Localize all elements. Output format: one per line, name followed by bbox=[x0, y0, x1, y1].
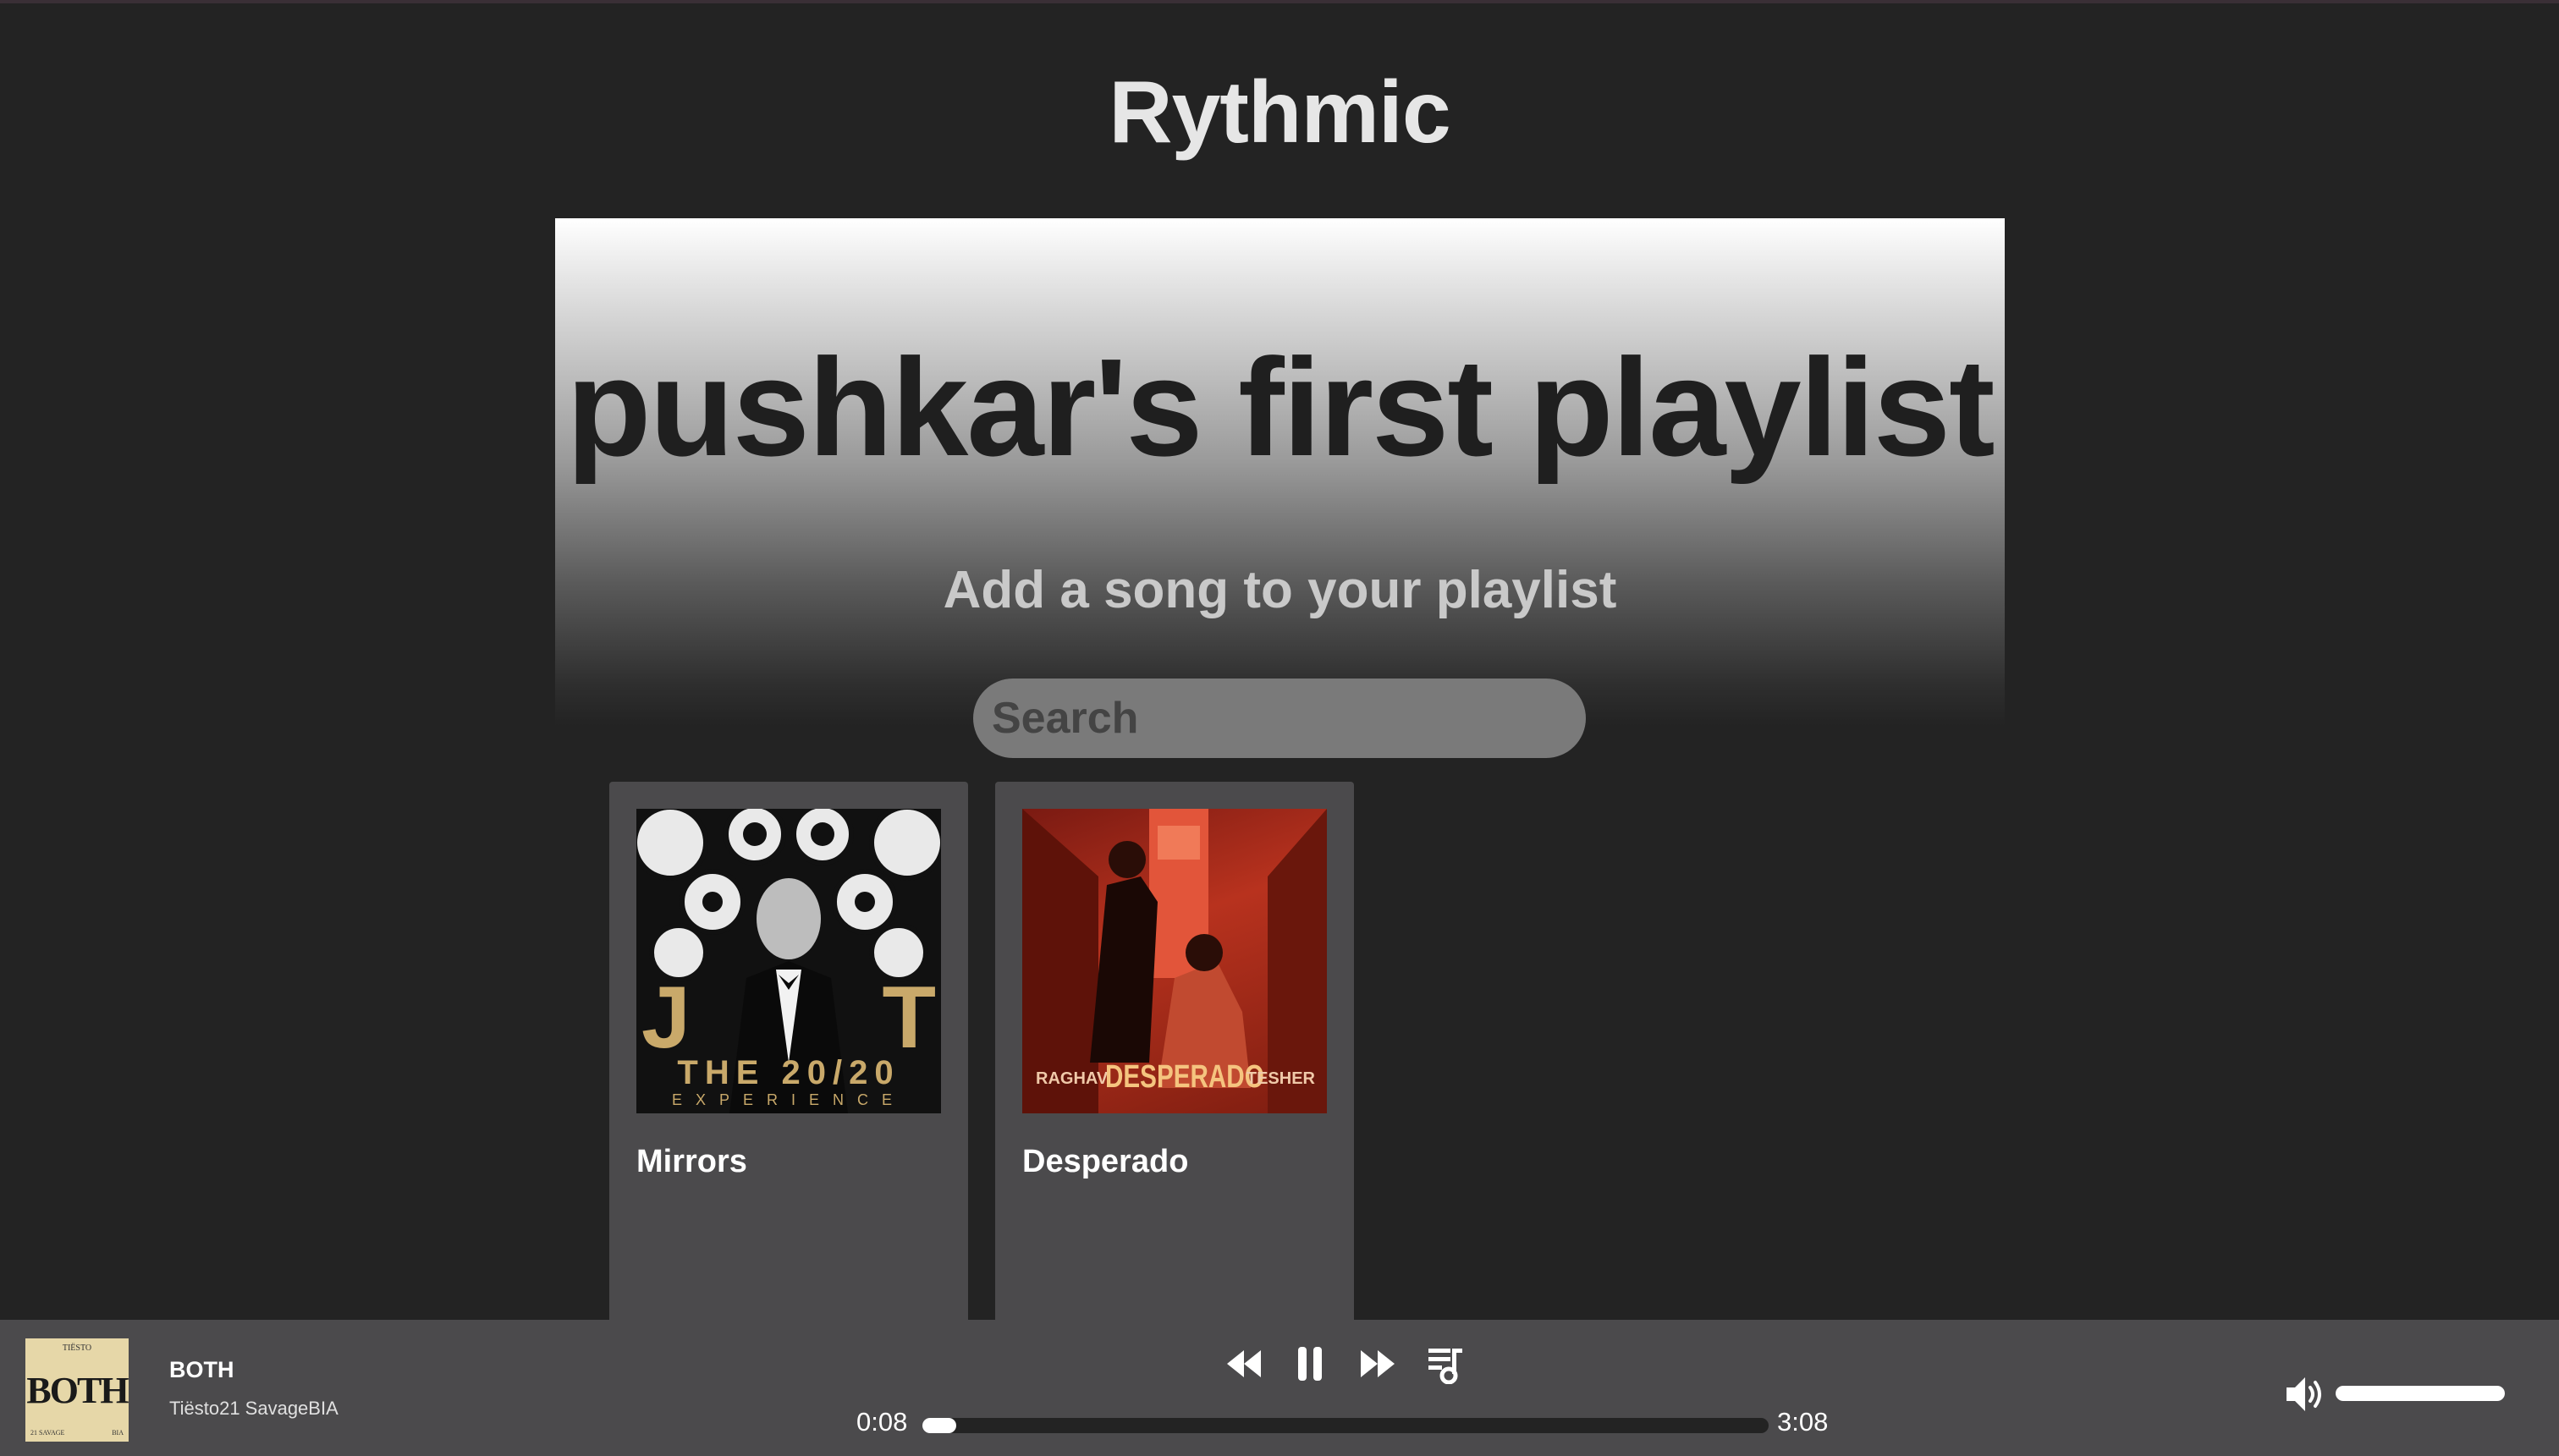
pause-icon bbox=[1298, 1347, 1322, 1381]
playlist-header: pushkar's first playlist Add a song to y… bbox=[555, 218, 2005, 726]
volume-fill bbox=[2336, 1386, 2505, 1401]
previous-button[interactable] bbox=[1219, 1338, 1269, 1389]
total-duration: 3:08 bbox=[1777, 1407, 1829, 1437]
fast-forward-icon bbox=[1361, 1350, 1395, 1377]
window-top-border bbox=[0, 0, 2559, 3]
volume-button[interactable] bbox=[2281, 1371, 2329, 1418]
now-playing-art-main: BOTH bbox=[26, 1370, 129, 1411]
playlist-title: pushkar's first playlist bbox=[566, 330, 1995, 485]
search-input[interactable] bbox=[973, 679, 1586, 758]
add-song-heading: Add a song to your playlist bbox=[943, 561, 1617, 619]
song-card-desperado[interactable]: RAGHAV DESPERADO TESHER Desperado bbox=[995, 782, 1354, 1323]
now-playing-art-top: TIËSTO bbox=[62, 1343, 92, 1353]
now-playing-art-bottom-left: 21 SAVAGE bbox=[30, 1429, 65, 1437]
pause-button[interactable] bbox=[1285, 1338, 1335, 1389]
app-title: Rythmic bbox=[1109, 63, 1450, 162]
album-art-subtitle: THE 20/20 bbox=[677, 1054, 900, 1091]
album-art-subtitle-2: EXPERIENCE bbox=[671, 1091, 906, 1108]
volume-icon bbox=[2287, 1377, 2321, 1411]
song-title: Desperado bbox=[1022, 1144, 1189, 1179]
progress-slider[interactable] bbox=[922, 1418, 1769, 1433]
now-playing-artists: Tiësto21 SavageBIA bbox=[169, 1398, 338, 1419]
now-playing-album-art: TIËSTO BOTH 21 SAVAGE BIA bbox=[25, 1338, 129, 1442]
next-button[interactable] bbox=[1352, 1338, 1403, 1389]
progress-fill bbox=[922, 1418, 956, 1433]
album-art-left-text: RAGHAV bbox=[1036, 1069, 1109, 1088]
album-art-center-text: DESPERADO bbox=[1105, 1059, 1264, 1095]
rewind-icon bbox=[1227, 1350, 1261, 1377]
queue-button[interactable] bbox=[1420, 1338, 1471, 1389]
elapsed-time: 0:08 bbox=[856, 1407, 908, 1437]
now-playing-art-bottom-right: BIA bbox=[112, 1429, 124, 1437]
album-art-desperado: RAGHAV DESPERADO TESHER bbox=[1022, 809, 1327, 1113]
now-playing-bar: TIËSTO BOTH 21 SAVAGE BIA BOTH Tiësto21 … bbox=[0, 1320, 2559, 1456]
song-title: Mirrors bbox=[636, 1144, 747, 1179]
queue-music-icon bbox=[1428, 1349, 1462, 1384]
album-art-right-text: TESHER bbox=[1246, 1069, 1315, 1088]
volume-slider[interactable] bbox=[2336, 1386, 2505, 1401]
song-card-mirrors[interactable]: J T THE 20/20 EXPERIENCE Mirrors bbox=[609, 782, 968, 1323]
now-playing-title: BOTH bbox=[169, 1357, 234, 1382]
album-art-mirrors: J T THE 20/20 EXPERIENCE bbox=[636, 809, 941, 1113]
